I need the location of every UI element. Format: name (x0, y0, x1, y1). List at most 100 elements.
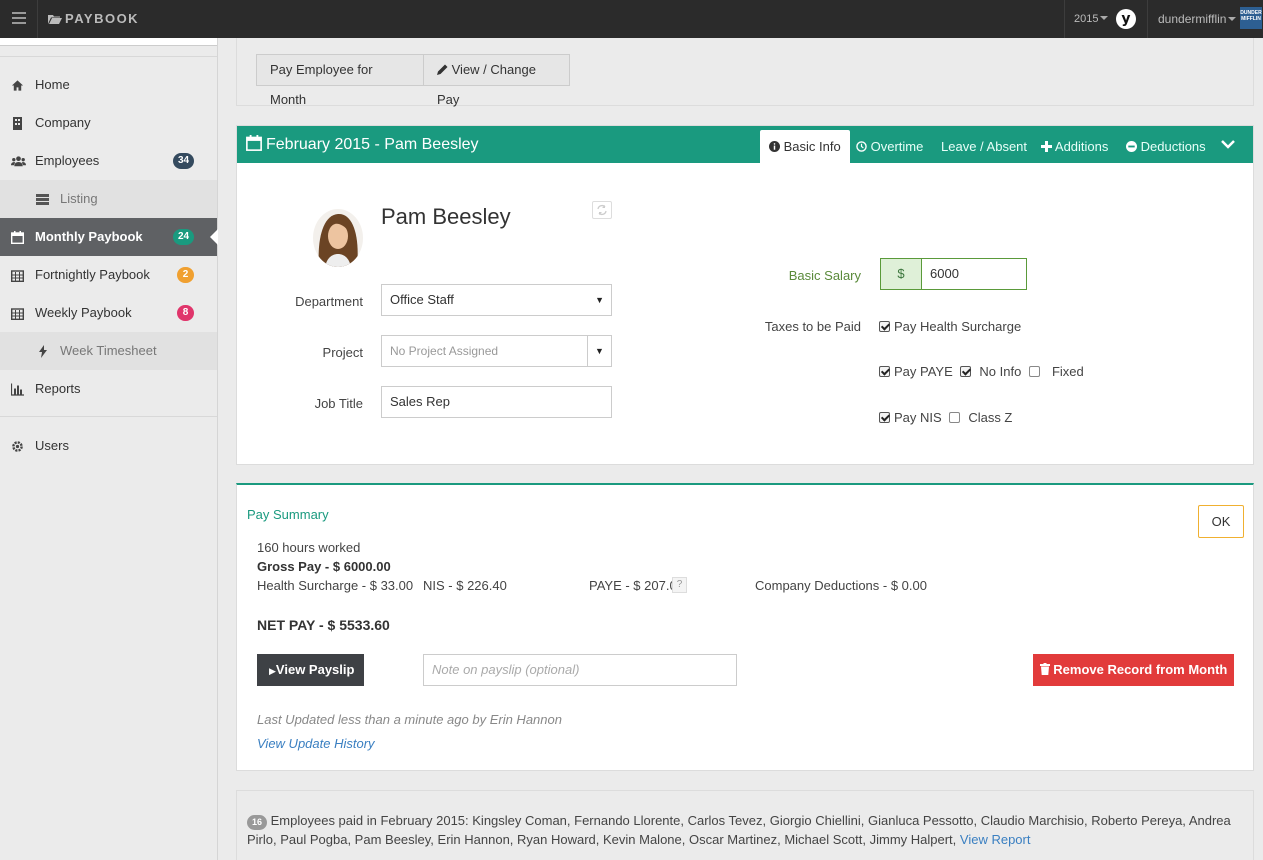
tab-basic-info[interactable]: Basic Info (760, 130, 850, 163)
health-surcharge-checkbox[interactable] (879, 321, 890, 332)
nis-label: Pay NIS (894, 410, 942, 425)
sidebar-item-company[interactable]: Company (0, 104, 217, 142)
no-info-label: No Info (979, 364, 1022, 379)
sidebar-item-fortnightly-paybook[interactable]: Fortnightly Paybook 2 (0, 256, 217, 294)
project-select[interactable]: No Project Assigned ▼ (381, 335, 612, 367)
ok-button[interactable]: OK (1198, 505, 1244, 538)
sidebar-search-input[interactable] (0, 38, 217, 46)
employee-card: February 2015 - Pam Beesley Basic Info O… (236, 125, 1254, 465)
no-info-checkbox[interactable] (960, 366, 972, 377)
caret-down-icon[interactable]: ▼ (587, 336, 611, 366)
gross-pay: Gross Pay - $ 6000.00 (257, 559, 391, 574)
sidebar-item-home[interactable]: Home (0, 66, 217, 104)
job-title-label: Job Title (314, 396, 363, 411)
sidebar-item-label: Reports (35, 381, 81, 396)
project-placeholder: No Project Assigned (390, 344, 499, 358)
home-icon (11, 80, 24, 91)
user-name: dundermifflin (1158, 12, 1227, 26)
view-change-pay-label: View / Change Pay (437, 62, 536, 107)
paye-checkbox[interactable] (879, 366, 890, 377)
calendar-icon (11, 308, 24, 320)
net-pay: NET PAY - $ 5533.60 (257, 617, 390, 633)
class-z-checkbox[interactable] (949, 412, 961, 423)
user-dropdown[interactable]: dundermifflin (1147, 0, 1237, 38)
year-dropdown[interactable]: 2015 (1064, 0, 1109, 38)
tab-overtime[interactable]: Overtime (856, 130, 923, 163)
view-payslip-button[interactable]: ▶View Payslip (257, 654, 364, 686)
calendar-icon (11, 231, 24, 244)
sidebar-item-listing[interactable]: Listing (0, 180, 217, 218)
sidebar-item-label: Company (35, 115, 91, 130)
remove-record-label: Remove Record from Month (1053, 662, 1228, 677)
card-title: February 2015 - Pam Beesley (246, 126, 479, 163)
fortnightly-count-badge: 2 (177, 267, 194, 283)
department-value: Office Staff (390, 292, 454, 307)
remove-record-button[interactable]: Remove Record from Month (1033, 654, 1234, 686)
fixed-checkbox[interactable] (1028, 366, 1040, 377)
last-updated-text: Last Updated less than a minute ago by E… (257, 712, 562, 727)
top-navbar: PAYBOOK 2015 y dundermifflin DUNDER MIFF… (0, 0, 1263, 38)
paye-label: Pay PAYE (894, 364, 953, 379)
employees-count-badge: 34 (173, 153, 195, 169)
sidebar-item-label: Home (35, 77, 70, 92)
list-icon (36, 194, 49, 205)
app-avatar[interactable]: y (1116, 9, 1136, 29)
tab-additions[interactable]: Additions (1041, 130, 1108, 163)
sidebar-item-weekly-paybook[interactable]: Weekly Paybook 8 (0, 294, 217, 332)
building-icon (13, 117, 22, 130)
sidebar-item-label: Listing (60, 191, 98, 206)
sidebar-item-label: Fortnightly Paybook (35, 267, 150, 282)
sidebar-item-employees[interactable]: Employees 34 (0, 142, 217, 180)
tab-deductions[interactable]: Deductions (1126, 130, 1206, 163)
hamburger-menu-icon[interactable] (12, 12, 26, 26)
caret-down-icon: ▼ (595, 295, 604, 305)
paye-help-icon[interactable]: ? (672, 577, 687, 593)
divider (0, 56, 217, 57)
sidebar-item-users[interactable]: Users (0, 427, 217, 465)
brand-name: PAYBOOK (65, 11, 140, 26)
sidebar-item-label: Monthly Paybook (35, 229, 143, 244)
refresh-icon[interactable] (592, 201, 612, 219)
users-icon (11, 156, 26, 167)
sidebar-item-reports[interactable]: Reports (0, 370, 217, 408)
card-title-text: February 2015 - Pam Beesley (266, 136, 479, 153)
department-label: Department (295, 294, 363, 309)
view-change-pay-button[interactable]: View / Change Pay (423, 54, 570, 107)
more-tabs-chevron-icon[interactable] (1221, 139, 1235, 151)
sidebar-item-monthly-paybook[interactable]: Monthly Paybook 24 (0, 218, 218, 256)
brand-logo[interactable]: PAYBOOK (37, 0, 139, 38)
bar-chart-icon (11, 383, 24, 396)
plus-icon (1041, 141, 1052, 152)
department-select[interactable]: Office Staff ▼ (381, 284, 612, 316)
caret-right-icon: ▶ (269, 666, 276, 676)
basic-salary-label: Basic Salary (788, 268, 861, 283)
sidebar-item-label: Week Timesheet (60, 343, 157, 358)
payslip-note-input[interactable]: Note on payslip (optional) (423, 654, 737, 686)
basic-salary-input[interactable]: 6000 (921, 258, 1027, 290)
calendar-icon (246, 135, 262, 151)
pay-employee-button[interactable]: Pay Employee for Month (256, 54, 424, 107)
chevron-down-icon (1221, 140, 1235, 149)
monthly-count-badge: 24 (173, 229, 195, 245)
view-report-link[interactable]: View Report (960, 832, 1031, 847)
paid-employees-list: Employees paid in February 2015: Kingsle… (247, 813, 1231, 847)
nis-checkbox[interactable] (879, 412, 890, 423)
health-surcharge-option[interactable]: Pay Health Surcharge (879, 319, 1021, 334)
hours-worked: 160 hours worked (257, 540, 361, 555)
job-title-input[interactable]: Sales Rep (381, 386, 612, 418)
divider (0, 416, 217, 417)
info-icon (769, 141, 780, 152)
nis-amount: NIS - $ 226.40 (423, 578, 507, 593)
view-update-history-link[interactable]: View Update History (257, 736, 375, 751)
action-panel: Pay Employee for Month View / Change Pay (236, 38, 1254, 107)
sidebar-item-week-timesheet[interactable]: Week Timesheet (0, 332, 217, 370)
gear-icon (12, 441, 23, 452)
sidebar-item-label: Employees (35, 153, 100, 168)
company-logo[interactable]: DUNDER MIFFLIN (1240, 7, 1262, 29)
currency-addon: $ (880, 258, 922, 290)
minus-circle-icon (1126, 141, 1137, 152)
project-label: Project (322, 345, 363, 360)
nis-option[interactable]: Pay NIS Class Z (879, 410, 1012, 425)
tab-leave-absent[interactable]: Leave / Absent (941, 130, 1027, 163)
paye-option[interactable]: Pay PAYE No Info Fixed (879, 364, 1084, 379)
